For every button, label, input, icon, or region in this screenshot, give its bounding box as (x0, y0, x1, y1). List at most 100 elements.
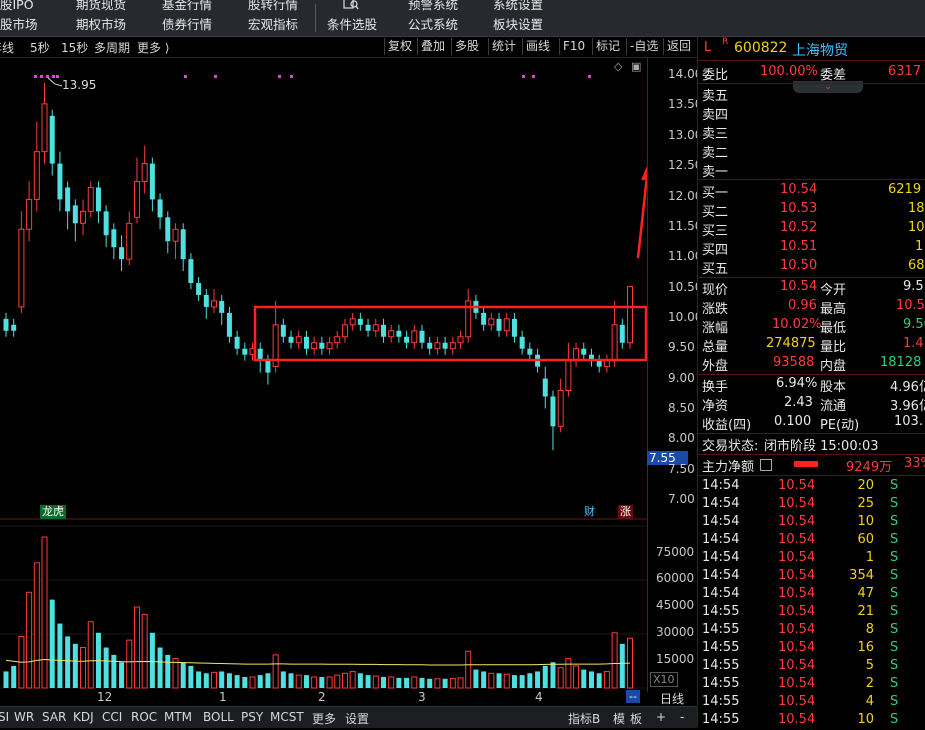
candle-body (349, 318, 356, 326)
candle-body (503, 318, 510, 332)
candle-body (519, 336, 525, 349)
volume-bar (311, 676, 318, 689)
candle-body (434, 342, 441, 350)
volume-bar (473, 669, 479, 688)
menu-sector-settings[interactable]: 板块设置 (493, 14, 543, 33)
tab-kdj[interactable]: KDJ (73, 710, 94, 724)
buy-volume: 6219 (888, 182, 922, 197)
quote-value: 93588 (773, 355, 815, 370)
stock-picker-icon[interactable] (343, 0, 359, 13)
period-year[interactable]: 年线 (0, 39, 14, 56)
divider (698, 60, 925, 61)
menu-alert[interactable]: 预警系统 (408, 0, 458, 13)
volume-bar (3, 671, 9, 688)
tick-price: 10.54 (778, 712, 816, 727)
candle-body (334, 336, 341, 344)
fund-value: 6.94% (776, 376, 818, 391)
tick-side: S (890, 712, 899, 727)
list-icon[interactable] (760, 459, 772, 471)
btn-back[interactable]: 返回 (663, 38, 694, 55)
tab-sar[interactable]: SAR (42, 710, 66, 724)
zoom-out-button[interactable]: - (680, 710, 684, 724)
signal-dot (46, 75, 49, 78)
period-more[interactable]: 更多 ⟩ (137, 39, 170, 56)
window-toggle-icon[interactable]: ▣ (631, 60, 641, 73)
menu-stock-market[interactable]: 股市场 (0, 14, 38, 33)
board-button[interactable]: 板 (630, 710, 642, 727)
candle-body (157, 199, 163, 218)
longhu-tag[interactable]: 龙虎 (40, 505, 66, 519)
period-multi[interactable]: 多周期 (94, 39, 130, 56)
btn-f10[interactable]: F10 (559, 38, 588, 55)
kline-chart[interactable] (0, 58, 647, 692)
btn-stats[interactable]: 统计 (488, 38, 519, 55)
menu-futures[interactable]: 期货现货 (76, 0, 126, 13)
buy-label: 买二 (702, 205, 729, 220)
tab-cci[interactable]: CCI (102, 710, 122, 724)
quote-value: 274875 (766, 336, 816, 351)
finance-tag[interactable]: 财 (582, 505, 597, 519)
x-label: 4 (535, 690, 543, 704)
vol-axis-label: 60000 (656, 571, 695, 585)
diamond-icon[interactable]: ◇ (614, 60, 622, 73)
signal-dot (56, 75, 59, 78)
tab-more[interactable]: 更多 (312, 710, 336, 727)
btn-draw[interactable]: 画线 (522, 38, 553, 55)
menu-fund[interactable]: 基金行情 (162, 0, 212, 13)
tick-time: 14:55 (702, 640, 740, 655)
tab-settings[interactable]: 设置 (345, 710, 369, 727)
volume-bar (449, 677, 456, 689)
candle-body (41, 103, 48, 153)
tab-boll[interactable]: BOLL (203, 710, 234, 724)
tick-volume: 1 (865, 550, 874, 565)
buy-price: 10.53 (780, 201, 818, 216)
tab-wr[interactable]: WR (14, 710, 34, 724)
tab-psy[interactable]: PSY (241, 710, 263, 724)
tick-row: 14:55 10.54 4 S (698, 693, 925, 712)
volume-bar (234, 675, 240, 688)
menu-stock-screener[interactable]: 条件选股 (327, 14, 377, 33)
btn-mark[interactable]: 标记 (592, 38, 623, 55)
zoom-in-button[interactable]: + (656, 710, 666, 724)
menu-settings[interactable]: 系统设置 (493, 0, 543, 13)
candle-body (11, 324, 17, 331)
btn-overlay[interactable]: 叠加 (417, 38, 448, 55)
candle-body (596, 360, 602, 367)
sell1-label: 卖一 (702, 165, 729, 180)
period-15s[interactable]: 15秒 (61, 39, 88, 56)
indicator-b-button[interactable]: 指标B (568, 710, 600, 727)
limit-up-tag[interactable]: 涨 (618, 505, 633, 519)
menu-ipo[interactable]: 股IPO (0, 0, 34, 13)
candle-body (611, 324, 618, 362)
menu-otc[interactable]: 股转行情 (248, 0, 298, 13)
btn-fuquan[interactable]: 复权 (384, 38, 415, 55)
tab-roc[interactable]: ROC (131, 710, 157, 724)
candle-body (149, 163, 155, 200)
period-5s[interactable]: 5秒 (30, 39, 50, 56)
menu-formula[interactable]: 公式系统 (408, 14, 458, 33)
candle-body (357, 318, 363, 325)
volume-bar (172, 658, 179, 689)
scroll-indicator[interactable]: -- (626, 690, 640, 703)
candle-body (95, 187, 101, 212)
candle-body (203, 294, 209, 307)
menu-bonds[interactable]: 债券行情 (162, 14, 212, 33)
template-button[interactable]: 模 (613, 710, 625, 727)
tick-price: 10.54 (778, 694, 816, 709)
signal-marks (34, 75, 591, 78)
tab-mcst[interactable]: MCST (270, 710, 304, 724)
menu-macro[interactable]: 宏观指标 (248, 14, 298, 33)
menu-options[interactable]: 期权市场 (76, 14, 126, 33)
btn-watchlist[interactable]: -自选 (626, 38, 661, 55)
volume-bar (419, 677, 425, 688)
volume-bar (57, 623, 63, 688)
fund-row: 收益(四) 0.100 PE(动) 103. (698, 413, 925, 433)
tab-si[interactable]: SI (0, 710, 9, 724)
volume-bar (11, 665, 17, 688)
btn-multi-stock[interactable]: 多股 (451, 38, 482, 55)
period-daily-button[interactable]: 日线 (660, 690, 684, 707)
volume-bar (133, 606, 140, 689)
tab-mtm[interactable]: MTM (164, 710, 192, 724)
volume-bar (465, 650, 472, 689)
vol-axis-label: 30000 (656, 625, 695, 639)
